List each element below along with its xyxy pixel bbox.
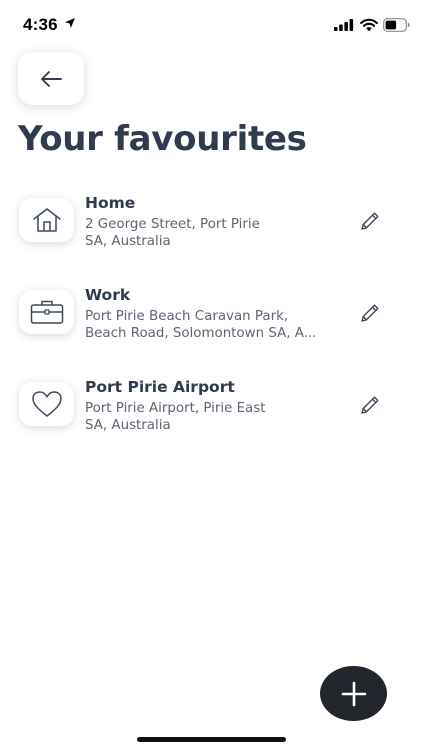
plus-icon <box>341 681 366 706</box>
add-favourite-button[interactable] <box>320 666 387 721</box>
home-icon <box>32 208 61 232</box>
briefcase-icon <box>30 300 63 324</box>
wifi-icon <box>360 18 378 32</box>
page-title: Your favourites <box>18 119 307 159</box>
favourite-address: Port Pirie Beach Caravan Park, Beach Roa… <box>85 308 347 342</box>
edit-favourite-button[interactable] <box>357 208 383 234</box>
favourite-address: 2 George Street, Port Pirie SA, Australi… <box>85 216 347 250</box>
address-line: Port Pirie Airport, Pirie East <box>85 401 266 416</box>
favourite-item-home[interactable]: Home 2 George Street, Port Pirie SA, Aus… <box>0 194 422 260</box>
favourite-icon-box <box>19 382 74 426</box>
pencil-icon <box>361 396 379 414</box>
edit-favourite-button[interactable] <box>357 392 383 418</box>
back-button[interactable] <box>18 52 84 105</box>
status-bar: 4:36 <box>0 0 422 48</box>
favourite-item-work[interactable]: Work Port Pirie Beach Caravan Park, Beac… <box>0 286 422 352</box>
heart-icon <box>31 391 62 417</box>
battery-icon <box>383 18 410 32</box>
address-line: Port Pirie Beach Caravan Park, <box>85 309 289 324</box>
favourite-icon-box <box>19 290 74 334</box>
edit-favourite-button[interactable] <box>357 300 383 326</box>
favourite-title: Port Pirie Airport <box>85 378 235 396</box>
address-line: SA, Australia <box>85 418 171 433</box>
favourite-title: Home <box>85 194 136 212</box>
pencil-icon <box>361 304 379 322</box>
pencil-icon <box>361 212 379 230</box>
status-time: 4:36 <box>23 15 58 34</box>
favourite-address: Port Pirie Airport, Pirie East SA, Austr… <box>85 400 347 434</box>
address-line: 2 George Street, Port Pirie <box>85 217 260 232</box>
favourite-item-port-pirie-airport[interactable]: Port Pirie Airport Port Pirie Airport, P… <box>0 378 422 444</box>
address-line: Beach Road, Solomontown SA, A... <box>85 326 317 341</box>
address-line: SA, Australia <box>85 234 171 249</box>
home-indicator <box>137 737 286 742</box>
favourite-title: Work <box>85 286 131 304</box>
cellular-signal-icon <box>334 19 354 31</box>
favourite-icon-box <box>19 198 74 242</box>
arrow-left-icon <box>41 70 62 87</box>
location-arrow-icon <box>65 18 75 28</box>
